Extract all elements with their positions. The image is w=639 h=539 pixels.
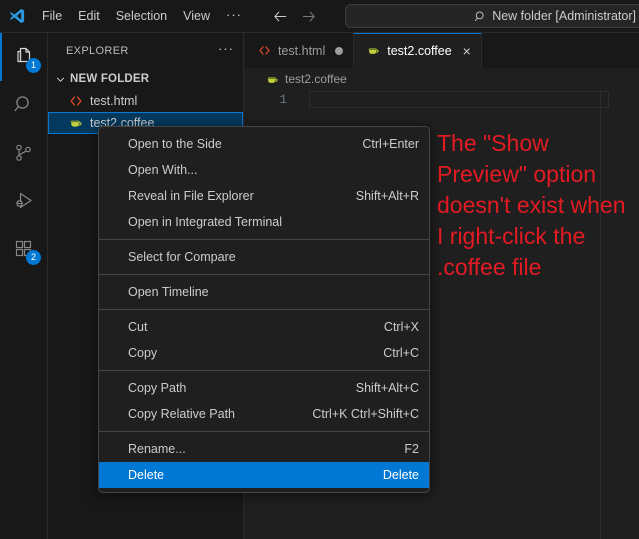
menu-item-shortcut: Ctrl+K Ctrl+Shift+C <box>312 407 419 421</box>
coffee-file-icon <box>365 43 381 59</box>
menu-item-shortcut: Shift+Alt+C <box>355 381 419 395</box>
menu-item-open-timeline[interactable]: Open Timeline <box>99 279 429 305</box>
file-row-test-html[interactable]: test.html <box>48 90 243 112</box>
menu-edit[interactable]: Edit <box>70 6 108 27</box>
menu-item-label: Cut <box>128 320 148 334</box>
tab-test-html[interactable]: test.html <box>245 33 355 68</box>
menu-item-label: Copy <box>128 346 158 360</box>
breadcrumb-label: test2.coffee <box>285 72 347 86</box>
navigation-buttons <box>269 5 319 27</box>
line-number: 1 <box>279 93 287 107</box>
tab-test2-coffee[interactable]: test2.coffee × <box>354 33 482 68</box>
menu-item-open-in-integrated-terminal[interactable]: Open in Integrated Terminal <box>99 209 429 235</box>
file-context-menu: Open to the Side Ctrl+Enter Open With...… <box>98 126 430 493</box>
coffee-file-icon <box>264 71 280 87</box>
editor-tab-bar: test.html test2.coffee × <box>245 33 639 68</box>
extensions-badge: 2 <box>26 250 41 265</box>
folder-label: NEW FOLDER <box>70 73 150 85</box>
menu-item-open-with[interactable]: Open With... <box>99 157 429 183</box>
title-bar: File Edit Selection View ··· New folder … <box>0 0 639 33</box>
activity-bar: 1 2 <box>0 33 48 539</box>
menu-separator <box>99 370 429 371</box>
menu-separator <box>99 274 429 275</box>
menu-separator <box>99 239 429 240</box>
menu-item-label: Rename... <box>128 442 186 456</box>
menu-item-label: Open Timeline <box>128 285 209 299</box>
tab-label: test2.coffee <box>387 43 452 58</box>
activity-source-control[interactable] <box>0 129 48 177</box>
menubar: File Edit Selection View ··· <box>34 6 250 27</box>
chevron-down-icon <box>52 71 68 87</box>
explorer-title: EXPLORER <box>66 44 129 57</box>
quick-search-input[interactable]: New folder [Administrator] <box>345 4 639 28</box>
menu-item-cut[interactable]: Cut Ctrl+X <box>99 314 429 340</box>
menu-item-copy-path[interactable]: Copy Path Shift+Alt+C <box>99 375 429 401</box>
menu-separator <box>99 309 429 310</box>
menu-item-label: Copy Path <box>128 381 187 395</box>
coffee-file-icon <box>68 115 84 131</box>
menu-item-shortcut: Ctrl+Enter <box>362 137 419 151</box>
arrow-left-icon[interactable] <box>269 5 291 27</box>
menu-item-shortcut: Shift+Alt+R <box>355 189 419 203</box>
more-actions-icon[interactable]: ··· <box>218 42 234 59</box>
menu-item-delete[interactable]: Delete Delete <box>99 462 429 488</box>
menu-item-reveal-in-file-explorer[interactable]: Reveal in File Explorer Shift+Alt+R <box>99 183 429 209</box>
menu-item-shortcut: Ctrl+X <box>383 320 419 334</box>
html-file-icon <box>68 93 84 109</box>
menu-item-open-to-the-side[interactable]: Open to the Side Ctrl+Enter <box>99 131 429 157</box>
breadcrumb[interactable]: test2.coffee <box>245 68 639 90</box>
menu-item-label: Select for Compare <box>128 250 236 264</box>
activity-explorer[interactable]: 1 <box>0 33 48 81</box>
menu-separator <box>99 431 429 432</box>
menu-more[interactable]: ··· <box>218 7 250 25</box>
vscode-window: File Edit Selection View ··· New folder … <box>0 0 639 539</box>
menu-item-shortcut: F2 <box>404 442 419 456</box>
menu-item-shortcut: Ctrl+C <box>383 346 419 360</box>
tab-dirty-indicator-icon[interactable] <box>335 46 344 55</box>
activity-search[interactable] <box>0 81 48 129</box>
menu-item-rename[interactable]: Rename... F2 <box>99 436 429 462</box>
vscode-logo-icon <box>0 0 34 33</box>
menu-item-label: Open to the Side <box>128 137 222 151</box>
menu-item-select-for-compare[interactable]: Select for Compare <box>99 244 429 270</box>
quick-search-value: New folder [Administrator] <box>492 9 636 23</box>
arrow-right-icon[interactable] <box>297 5 319 27</box>
menu-item-copy-relative-path[interactable]: Copy Relative Path Ctrl+K Ctrl+Shift+C <box>99 401 429 427</box>
explorer-badge: 1 <box>26 58 41 73</box>
menu-item-label: Delete <box>128 468 165 482</box>
folder-row-new-folder[interactable]: NEW FOLDER <box>48 68 243 90</box>
menu-view[interactable]: View <box>175 6 218 27</box>
menu-selection[interactable]: Selection <box>108 6 175 27</box>
close-icon[interactable]: × <box>463 44 471 58</box>
file-label: test.html <box>90 94 138 108</box>
menu-item-label: Open in Integrated Terminal <box>128 215 283 229</box>
menu-item-copy[interactable]: Copy Ctrl+C <box>99 340 429 366</box>
menu-item-shortcut: Delete <box>382 468 419 482</box>
activity-run-and-debug[interactable] <box>0 177 48 225</box>
tab-label: test.html <box>278 43 326 58</box>
search-icon <box>474 10 487 23</box>
editor-cursor-line <box>309 91 609 108</box>
annotation-text: The "Show Preview" option doesn't exist … <box>437 130 626 280</box>
menu-item-label: Copy Relative Path <box>128 407 236 421</box>
menu-item-label: Open With... <box>128 163 198 177</box>
activity-extensions[interactable]: 2 <box>0 225 48 273</box>
menu-item-label: Reveal in File Explorer <box>128 189 254 203</box>
menu-file[interactable]: File <box>34 6 70 27</box>
html-file-icon <box>256 43 272 59</box>
explorer-header: EXPLORER ··· <box>48 33 243 68</box>
